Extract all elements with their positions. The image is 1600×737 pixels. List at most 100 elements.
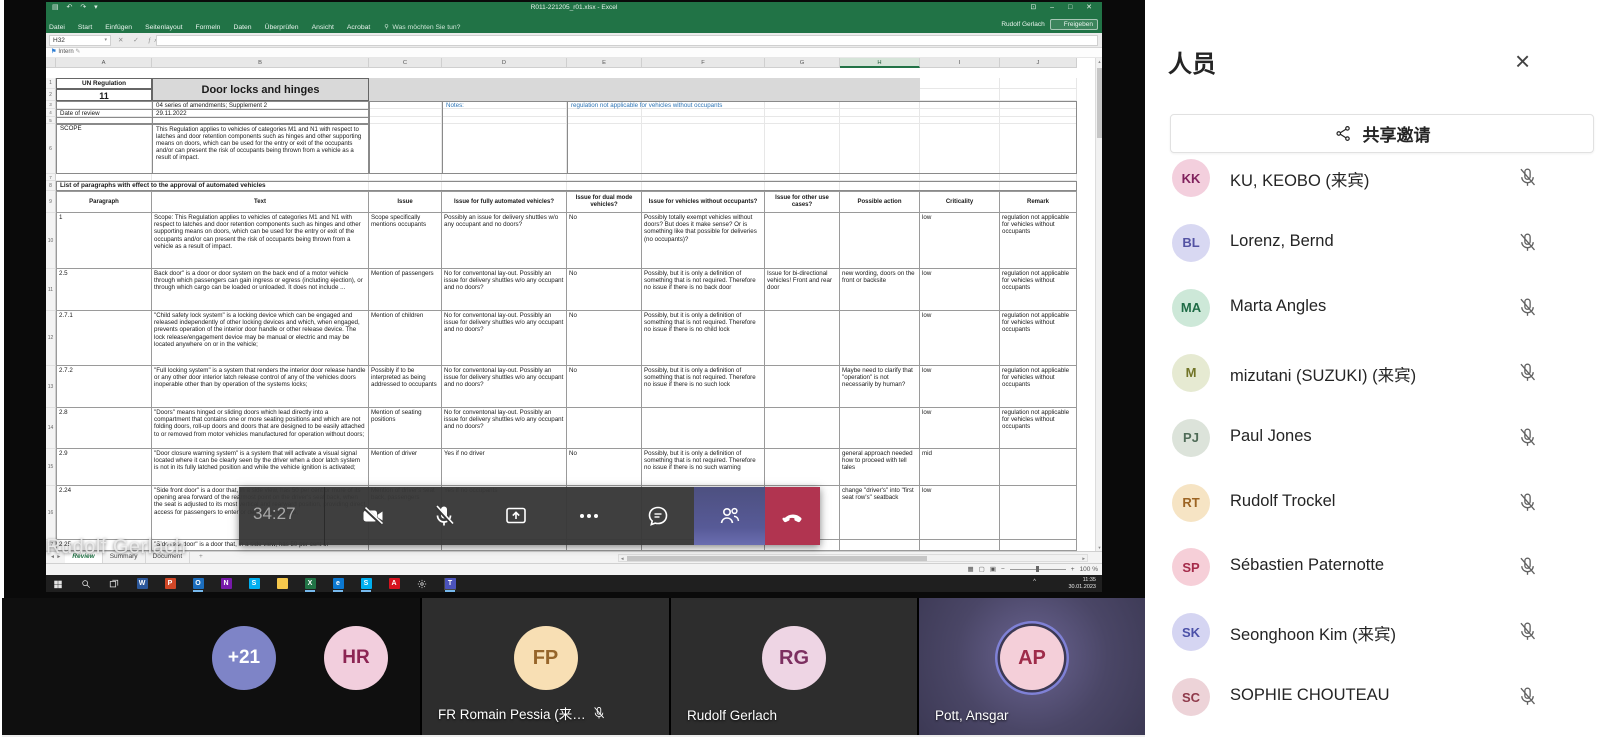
cell-G13[interactable]: [765, 366, 840, 408]
view-page-layout-icon[interactable]: ▢: [979, 565, 985, 573]
row-header-1[interactable]: 1: [46, 78, 56, 89]
column-header-B[interactable]: B: [152, 58, 369, 68]
cell-F14[interactable]: [642, 408, 765, 449]
screen-share-stage[interactable]: ▤ ↶ ↷ ▾ R011-221205_r01.xlsx - Excel ⊡ –…: [4, 0, 1145, 598]
row-header-7[interactable]: 7: [46, 174, 56, 181]
cell-A10[interactable]: 1: [56, 213, 152, 269]
cell-F15[interactable]: Possibly, but it is only a definition of…: [642, 449, 765, 486]
more-options-button[interactable]: [560, 487, 618, 545]
cell-a1-un-regulation[interactable]: UN Regulation: [56, 78, 152, 89]
horizontal-scrollbar[interactable]: ◄►: [618, 554, 1088, 562]
outlook-icon[interactable]: O: [192, 578, 204, 590]
cell-B11[interactable]: Back door" is a door or door system on t…: [152, 269, 369, 311]
row-header-4[interactable]: 4: [46, 109, 56, 117]
new-sheet-button[interactable]: +: [192, 552, 210, 563]
zoom-level[interactable]: 100 %: [1080, 566, 1098, 573]
cell-I10[interactable]: low: [920, 213, 1000, 269]
cell-G11[interactable]: Issue for bi-directional vehicles! Front…: [765, 269, 840, 311]
cell-B10[interactable]: Scope: This Regulation applies to vehicl…: [152, 213, 369, 269]
settings-icon[interactable]: [416, 578, 428, 590]
cell-J14[interactable]: regulation not applicable for vehicles w…: [1000, 408, 1077, 449]
column-header-E[interactable]: E: [567, 58, 642, 68]
cell-C13[interactable]: Possibly if to be interpreted as being a…: [369, 366, 442, 408]
column-header-D[interactable]: D: [442, 58, 567, 68]
cell-a2-regulation-number[interactable]: 11: [56, 89, 152, 101]
people-button[interactable]: [694, 487, 765, 545]
cell-I12[interactable]: low: [920, 311, 1000, 366]
video-tile-overflow[interactable]: +21HR: [2, 598, 420, 735]
cell-G14[interactable]: [765, 408, 840, 449]
column-header-H[interactable]: H: [840, 58, 920, 68]
cell-B14[interactable]: "Doors" means hinged or sliding doors wh…: [152, 408, 369, 449]
acrobat-icon[interactable]: A: [388, 578, 400, 590]
row-header-3[interactable]: 3: [46, 101, 56, 109]
cell-G15[interactable]: [765, 449, 840, 486]
participant-row[interactable]: SCSOPHIE CHOUTEAU: [1145, 665, 1600, 730]
cell-C14[interactable]: Mention of seating positions: [369, 408, 442, 449]
cell-b6-scope-text[interactable]: This Regulation applies to vehicles of c…: [154, 125, 367, 173]
cell-name-box[interactable]: H32▾: [49, 35, 111, 46]
cell-a4-date-of-review-label[interactable]: Date of review: [58, 109, 152, 117]
cell-b3-amendments[interactable]: 04 series of amendments; Supplement 2: [154, 101, 369, 109]
cell-C11[interactable]: Mention of passengers: [369, 269, 442, 311]
cell-b4-review-date[interactable]: 29.11.2022: [154, 109, 369, 117]
cell-J12[interactable]: regulation not applicable for vehicles w…: [1000, 311, 1077, 366]
taskbar-clock[interactable]: 11:3530.01.2023: [1068, 577, 1096, 590]
share-screen-button[interactable]: [487, 487, 545, 545]
powerpoint-icon[interactable]: P: [164, 578, 176, 590]
cell-G10[interactable]: [765, 213, 840, 269]
participant-row[interactable]: KKKU, KEOBO (来宾): [1145, 146, 1600, 211]
camera-button[interactable]: [344, 487, 402, 545]
vertical-scrollbar[interactable]: ▲▼: [1095, 58, 1102, 551]
cell-I16[interactable]: low: [920, 486, 1000, 540]
excel-icon[interactable]: X: [304, 578, 316, 590]
cell-A16[interactable]: 2.24: [56, 486, 152, 540]
tray-expand-icon[interactable]: ^: [1033, 579, 1036, 585]
cell-H10[interactable]: [840, 213, 920, 269]
close-icon[interactable]: ×: [1515, 48, 1530, 74]
participant-row[interactable]: MAMarta Angles: [1145, 276, 1600, 341]
participant-row[interactable]: BLLorenz, Bernd: [1145, 211, 1600, 276]
cell-a8-list-title[interactable]: List of paragraphs with effect to the ap…: [58, 181, 1075, 191]
row-header-15[interactable]: 15: [46, 449, 56, 486]
row-header-5[interactable]: 5: [46, 117, 56, 124]
spreadsheet-grid[interactable]: ABCDEFGHIJ1234567891011121314151617UN Re…: [46, 58, 1102, 551]
row-header-12[interactable]: 12: [46, 311, 56, 366]
formula-input[interactable]: [156, 35, 1098, 46]
cell-e3-note[interactable]: regulation not applicable for vehicles w…: [569, 101, 1077, 109]
cell-I13[interactable]: low: [920, 366, 1000, 408]
word-icon[interactable]: W: [136, 578, 148, 590]
cell-F12[interactable]: Possibly, but it is only a definition of…: [642, 311, 765, 366]
cell-I14[interactable]: low: [920, 408, 1000, 449]
cell-I15[interactable]: mid: [920, 449, 1000, 486]
cell-H14[interactable]: [840, 408, 920, 449]
onenote-icon[interactable]: N: [220, 578, 232, 590]
cell-A14[interactable]: 2.8: [56, 408, 152, 449]
cell-E12[interactable]: No: [567, 311, 642, 366]
start-icon[interactable]: [52, 578, 64, 590]
chat-button[interactable]: [629, 487, 687, 545]
video-tile-fr-romain-pessia----[interactable]: FPFR Romain Pessia (来…: [422, 598, 669, 735]
table-header-B[interactable]: Text: [152, 191, 369, 213]
cell-D15[interactable]: Yes if no driver: [442, 449, 567, 486]
cell-J13[interactable]: regulation not applicable for vehicles w…: [1000, 366, 1077, 408]
column-header-I[interactable]: I: [920, 58, 1000, 68]
cell-G12[interactable]: [765, 311, 840, 366]
cell-H11[interactable]: new wording, doors on the front or backs…: [840, 269, 920, 311]
cell-B12[interactable]: "Child safety lock system" is a locking …: [152, 311, 369, 366]
table-header-D[interactable]: Issue for fully automated vehicles?: [442, 191, 567, 213]
row-header-14[interactable]: 14: [46, 408, 56, 449]
search-icon[interactable]: [80, 578, 92, 590]
formula-buttons[interactable]: ✕ ✓ fx: [118, 35, 161, 46]
cell-J10[interactable]: regulation not applicable for vehicles w…: [1000, 213, 1077, 269]
cell-I17[interactable]: [920, 540, 1000, 551]
mic-button[interactable]: [415, 487, 473, 545]
table-header-J[interactable]: Remark: [1000, 191, 1077, 213]
cell-A11[interactable]: 2.5: [56, 269, 152, 311]
cell-F13[interactable]: Possibly, but it is only a definition of…: [642, 366, 765, 408]
cell-d3-notes-label[interactable]: Notes:: [444, 101, 567, 109]
cell-E11[interactable]: No: [567, 269, 642, 311]
cell-H16[interactable]: change "driver's" into "first seat row's…: [840, 486, 920, 540]
cell-a6-scope-label[interactable]: SCOPE: [58, 124, 152, 174]
row-header-6[interactable]: 6: [46, 124, 56, 174]
